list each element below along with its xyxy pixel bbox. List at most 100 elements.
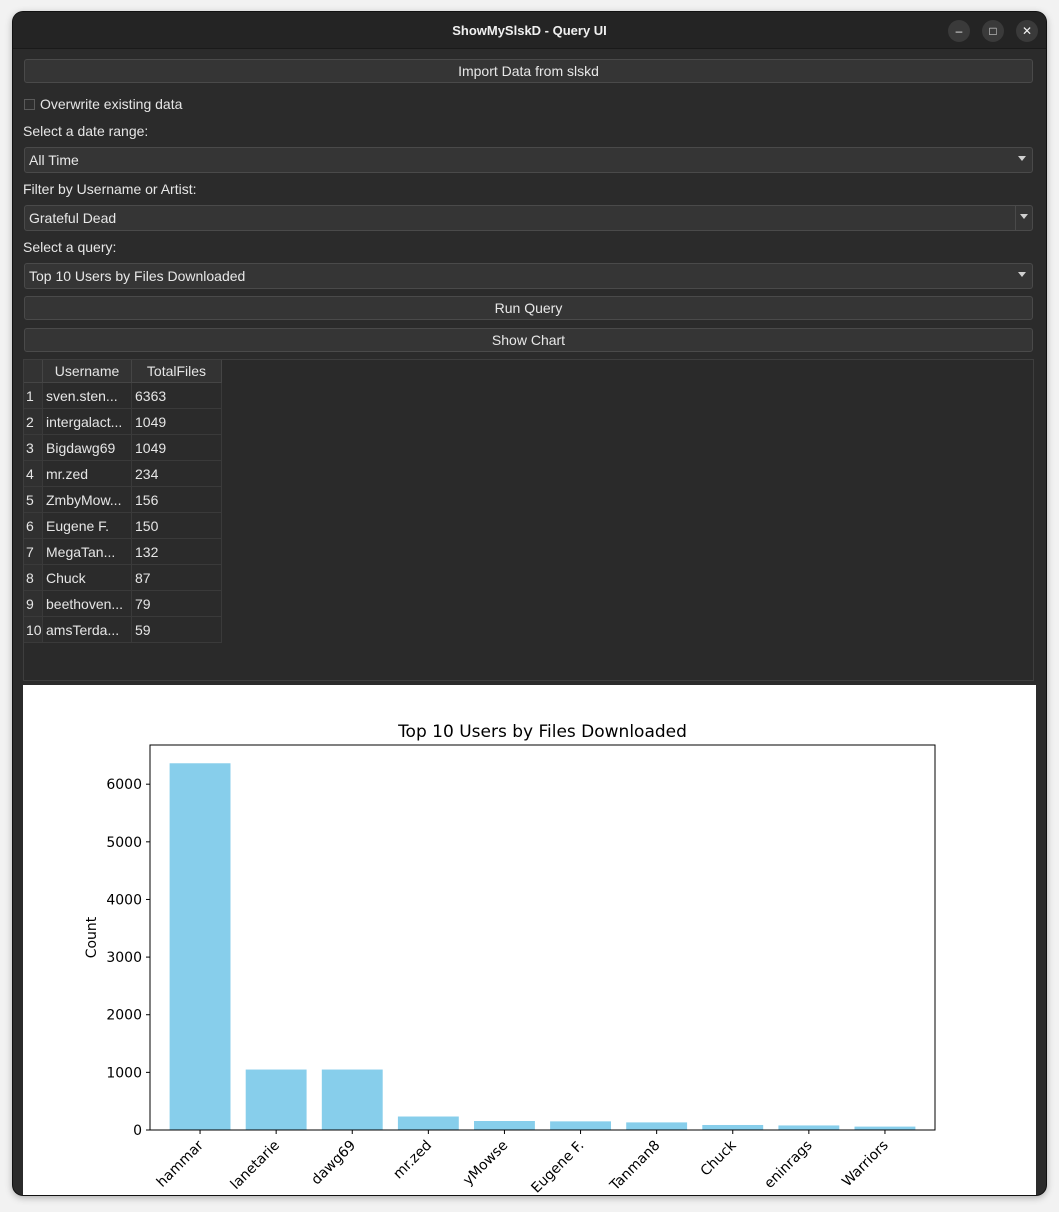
row-header[interactable]: 6 [24, 512, 43, 539]
show-chart-button[interactable]: Show Chart [24, 328, 1033, 352]
x-tick-label: lanetarie [228, 1138, 283, 1193]
table-corner[interactable] [24, 360, 43, 383]
minimize-icon[interactable]: – [948, 20, 970, 42]
app-window: ShowMySlskD - Query UI – □ ✕ Import Data… [13, 12, 1046, 1195]
query-select[interactable]: Top 10 Users by Files Downloaded [24, 263, 1033, 289]
chart-bar [321, 1069, 383, 1130]
x-tick-label: eninrags [761, 1138, 815, 1192]
cell-username[interactable]: mr.zed [42, 460, 132, 487]
x-tick-label: Chuck [698, 1137, 741, 1180]
cell-username[interactable]: amsTerda... [42, 616, 132, 643]
cell-username[interactable]: intergalact... [42, 408, 132, 435]
table-row[interactable]: 3 Bigdawg69 1049 [24, 434, 222, 461]
row-header[interactable]: 10 [24, 616, 43, 643]
cell-totalfiles[interactable]: 132 [131, 538, 222, 565]
row-header[interactable]: 7 [24, 538, 43, 565]
chart-bar [474, 1121, 535, 1130]
date-range-select[interactable]: All Time [24, 147, 1033, 173]
query-value: Top 10 Users by Files Downloaded [29, 268, 246, 284]
x-tick-label: Eugene F. [528, 1138, 587, 1195]
chart-bar [854, 1126, 916, 1130]
table-row[interactable]: 4 mr.zed 234 [24, 460, 222, 487]
cell-username[interactable]: Eugene F. [42, 512, 132, 539]
x-tick-label: Warriors [839, 1138, 892, 1191]
cell-username[interactable]: beethoven... [42, 590, 132, 617]
chevron-down-icon [1020, 214, 1028, 219]
chevron-down-icon [1018, 272, 1026, 277]
cell-totalfiles[interactable]: 87 [131, 564, 222, 591]
chart-bar [778, 1125, 840, 1130]
chart-panel: hammar lanetarie dawg69 mr.zed yMowse Eugene … [23, 685, 1036, 1195]
chart-bar [626, 1122, 688, 1130]
row-header[interactable]: 9 [24, 590, 43, 617]
table-row[interactable]: 2 intergalact... 1049 [24, 408, 222, 435]
cell-username[interactable]: MegaTan... [42, 538, 132, 565]
overwrite-row[interactable]: Overwrite existing data [24, 96, 182, 112]
cell-username[interactable]: Bigdawg69 [42, 434, 132, 461]
window-title: ShowMySlskD - Query UI [452, 22, 607, 38]
table-row[interactable]: 7 MegaTan... 132 [24, 538, 222, 565]
chart-title: Top 10 Users by Files Downloaded [397, 722, 687, 742]
table-row[interactable]: 10 amsTerda... 59 [24, 616, 222, 643]
x-tick-label: mr.zed [390, 1138, 435, 1183]
cell-username[interactable]: Chuck [42, 564, 132, 591]
maximize-icon[interactable]: □ [982, 20, 1004, 42]
chart-bar [397, 1116, 459, 1130]
close-icon[interactable]: ✕ [1016, 20, 1038, 42]
y-tick-label: 2000 [106, 1008, 142, 1024]
row-header[interactable]: 5 [24, 486, 43, 513]
chevron-down-icon [1018, 156, 1026, 161]
x-tick-label: dawg69 [308, 1138, 359, 1189]
row-header[interactable]: 4 [24, 460, 43, 487]
overwrite-label: Overwrite existing data [40, 96, 183, 112]
results-table: Username TotalFiles 1 sven.sten... 6363 2 in… [24, 360, 222, 643]
x-tick-label: Tanman8 [606, 1138, 663, 1195]
row-header[interactable]: 8 [24, 564, 43, 591]
table-row[interactable]: 6 Eugene F. 150 [24, 512, 222, 539]
y-tick-label: 4000 [106, 892, 142, 908]
table-row[interactable]: 1 sven.sten... 6363 [24, 382, 222, 409]
filter-combobox[interactable]: Grateful Dead [24, 205, 1033, 231]
x-tick-label: hammar [154, 1137, 207, 1190]
import-data-button[interactable]: Import Data from slskd [24, 59, 1033, 83]
date-range-value: All Time [29, 152, 79, 168]
y-tick-label: 0 [133, 1123, 142, 1139]
filter-label: Filter by Username or Artist: [23, 181, 197, 197]
row-header[interactable]: 2 [24, 408, 43, 435]
bar-chart: hammar lanetarie dawg69 mr.zed yMowse Eugene … [84, 722, 936, 1195]
cell-totalfiles[interactable]: 6363 [131, 382, 222, 409]
chart-bar [550, 1121, 611, 1130]
y-tick-label: 5000 [106, 835, 142, 851]
chart-bar [702, 1124, 764, 1130]
overwrite-checkbox[interactable] [24, 98, 35, 110]
cell-totalfiles[interactable]: 1049 [131, 434, 222, 461]
column-header-username[interactable]: Username [42, 360, 132, 383]
y-tick-label: 3000 [106, 950, 142, 966]
table-row[interactable]: 5 ZmbyMow... 156 [24, 486, 222, 513]
cell-totalfiles[interactable]: 156 [131, 486, 222, 513]
cell-totalfiles[interactable]: 79 [131, 590, 222, 617]
y-tick-label: 6000 [106, 777, 142, 793]
row-header[interactable]: 1 [24, 382, 43, 409]
row-header[interactable]: 3 [24, 434, 43, 461]
run-query-button[interactable]: Run Query [24, 296, 1033, 320]
query-label: Select a query: [23, 239, 117, 255]
chart-bar [169, 763, 231, 1130]
chart-bar [245, 1069, 307, 1130]
column-header-totalfiles[interactable]: TotalFiles [131, 360, 222, 383]
title-bar: ShowMySlskD - Query UI – □ ✕ [13, 12, 1046, 49]
table-row[interactable]: 9 beethoven... 79 [24, 590, 222, 617]
cell-username[interactable]: sven.sten... [42, 382, 132, 409]
date-range-label: Select a date range: [23, 123, 149, 139]
cell-username[interactable]: ZmbyMow... [42, 486, 132, 513]
y-axis-label: Count [84, 916, 100, 958]
table-row[interactable]: 8 Chuck 87 [24, 564, 222, 591]
cell-totalfiles[interactable]: 234 [131, 460, 222, 487]
results-table-view[interactable]: Username TotalFiles 1 sven.sten... 6363 2 in… [23, 359, 1034, 681]
cell-totalfiles[interactable]: 1049 [131, 408, 222, 435]
x-tick-label: yMowse [460, 1138, 511, 1189]
cell-totalfiles[interactable]: 59 [131, 616, 222, 643]
cell-totalfiles[interactable]: 150 [131, 512, 222, 539]
filter-value[interactable]: Grateful Dead [29, 210, 116, 226]
y-tick-label: 1000 [106, 1065, 142, 1081]
